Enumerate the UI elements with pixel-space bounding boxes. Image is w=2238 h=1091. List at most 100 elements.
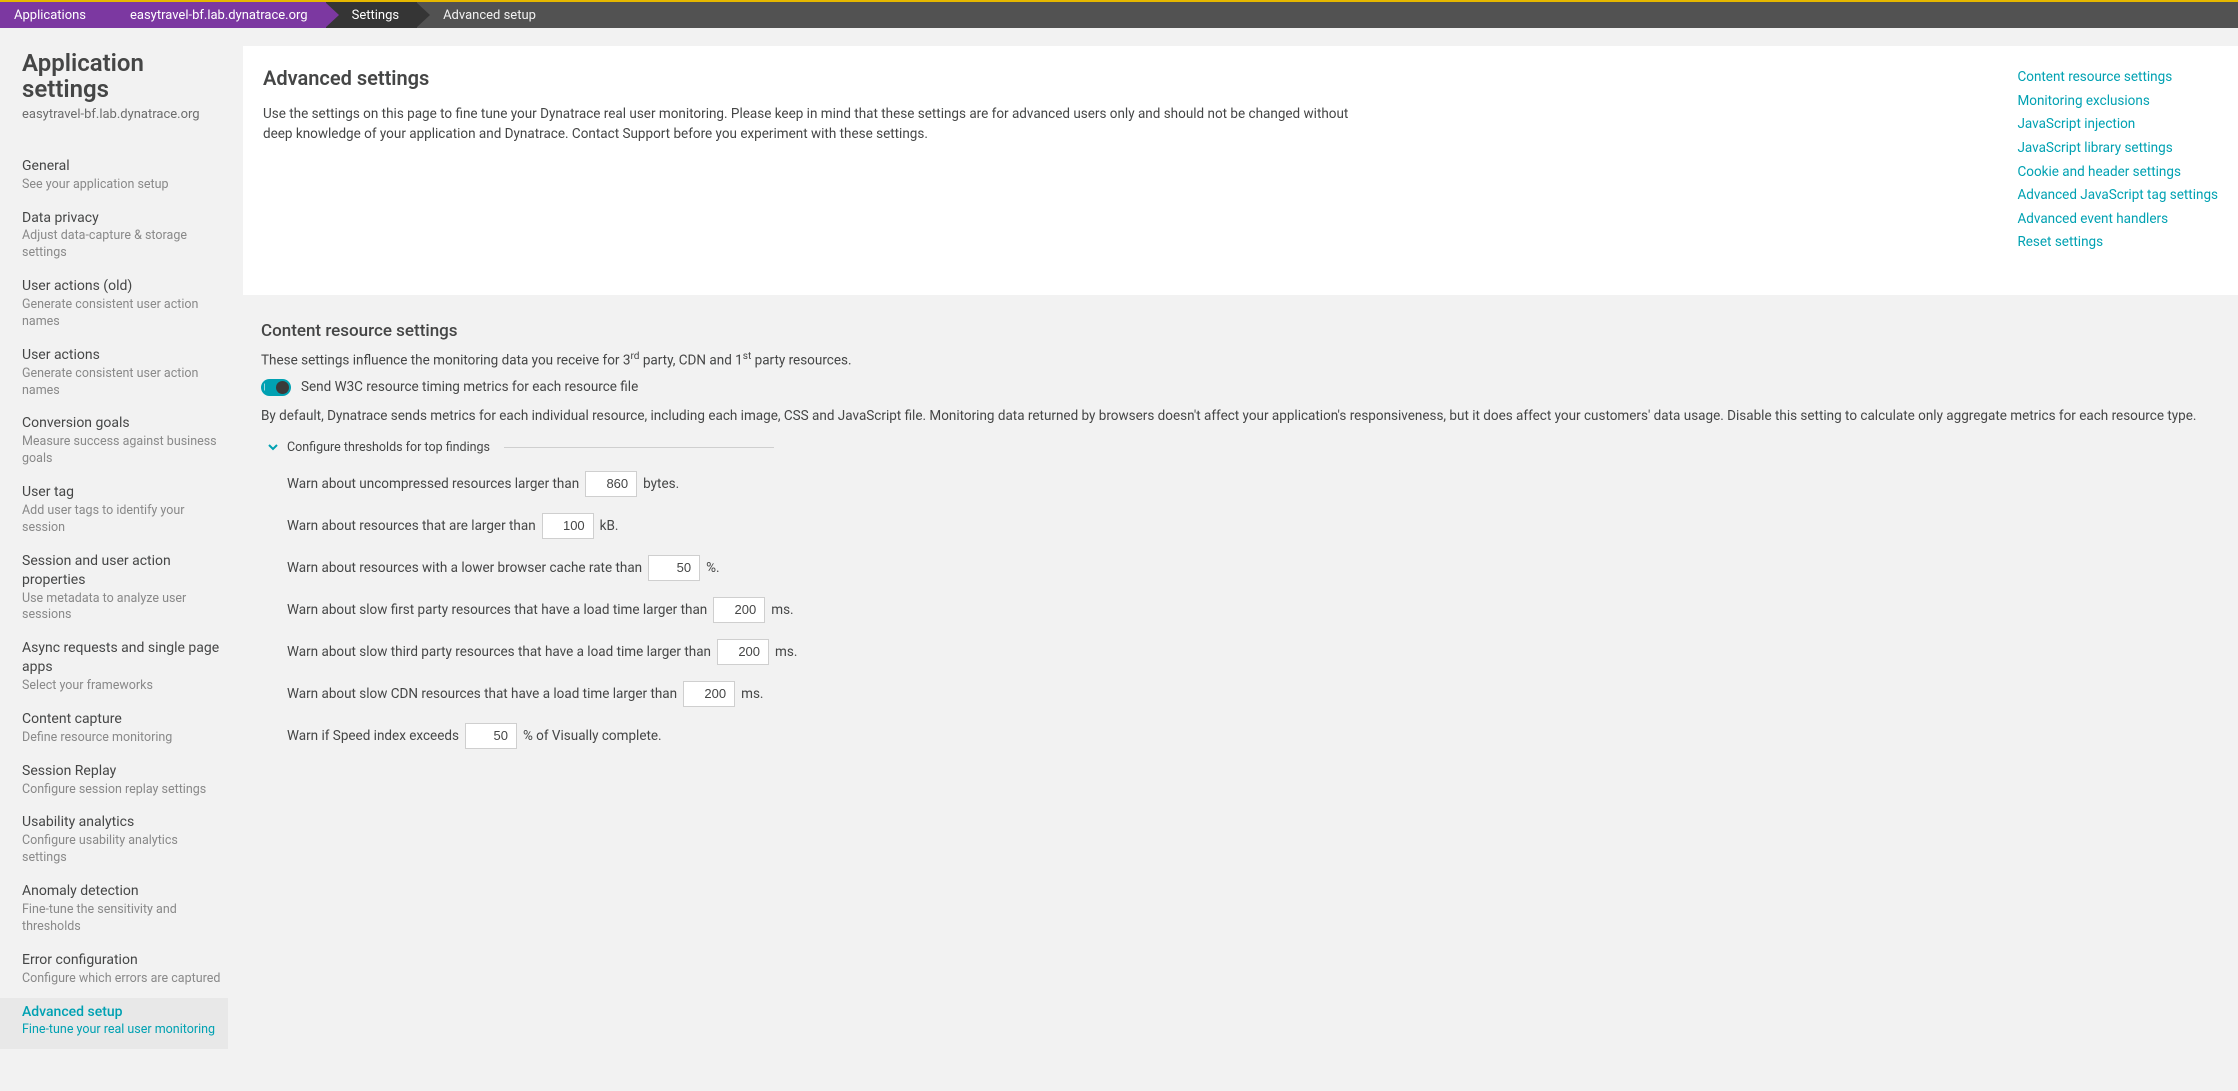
sidebar-item-title: Error configuration: [22, 951, 225, 970]
threshold-input[interactable]: [648, 555, 700, 581]
sidebar-item[interactable]: Data privacyAdjust data-capture & storag…: [22, 204, 225, 273]
threshold-row: Warn if Speed index exceeds% of Visually…: [287, 723, 2218, 749]
sidebar-item-title: Async requests and single page apps: [22, 639, 225, 677]
sidebar-item-title: Anomaly detection: [22, 882, 225, 901]
sidebar-item-desc: Generate consistent user action names: [22, 297, 225, 331]
anchor-link[interactable]: Content resource settings: [2017, 66, 2218, 90]
divider: [504, 447, 774, 448]
sidebar-item[interactable]: Content captureDefine resource monitorin…: [22, 705, 225, 757]
sidebar-item[interactable]: Session and user action propertiesUse me…: [22, 547, 225, 635]
crumb-app[interactable]: easytravel-bf.lab.dynatrace.org: [104, 2, 326, 28]
threshold-label: Warn about uncompressed resources larger…: [287, 476, 579, 492]
sidebar-item[interactable]: Async requests and single page appsSelec…: [22, 634, 225, 705]
anchor-link[interactable]: JavaScript injection: [2017, 113, 2218, 137]
sidebar-item-desc: Configure which errors are captured: [22, 971, 225, 988]
threshold-input[interactable]: [713, 597, 765, 623]
threshold-label: Warn about slow CDN resources that have …: [287, 686, 677, 702]
sidebar-item-title: User actions: [22, 346, 225, 365]
sidebar-item-desc: Configure session replay settings: [22, 782, 225, 799]
threshold-unit: kB.: [600, 518, 619, 534]
threshold-unit: %.: [706, 560, 719, 576]
anchor-link[interactable]: Advanced event handlers: [2017, 208, 2218, 232]
toggle-label: Send W3C resource timing metrics for eac…: [301, 379, 638, 395]
sidebar-item-title: Session Replay: [22, 762, 225, 781]
threshold-row: Warn about resources that are larger tha…: [287, 513, 2218, 539]
threshold-label: Warn about slow third party resources th…: [287, 644, 711, 660]
expand-thresholds-header[interactable]: Configure thresholds for top findings: [261, 440, 2218, 455]
threshold-unit: % of Visually complete.: [523, 728, 662, 744]
breadcrumb: Applications easytravel-bf.lab.dynatrace…: [0, 2, 2238, 28]
threshold-unit: ms.: [741, 686, 763, 702]
threshold-list: Warn about uncompressed resources larger…: [261, 471, 2218, 749]
threshold-input[interactable]: [717, 639, 769, 665]
threshold-label: Warn about resources that are larger tha…: [287, 518, 536, 534]
sidebar-item[interactable]: Anomaly detectionFine-tune the sensitivi…: [22, 877, 225, 946]
threshold-label: Warn about slow first party resources th…: [287, 602, 707, 618]
crumb-label: Applications: [14, 8, 86, 23]
sidebar-item-desc: Adjust data-capture & storage settings: [22, 228, 225, 262]
threshold-row: Warn about slow first party resources th…: [287, 597, 2218, 623]
anchor-link[interactable]: JavaScript library settings: [2017, 137, 2218, 161]
threshold-input[interactable]: [542, 513, 594, 539]
sidebar-item-title: Content capture: [22, 710, 225, 729]
chevron-down-icon: [267, 441, 279, 453]
crumb-settings[interactable]: Settings: [326, 2, 417, 28]
sidebar-item-desc: Select your frameworks: [22, 678, 225, 695]
anchor-link[interactable]: Reset settings: [2017, 231, 2218, 255]
sidebar-item[interactable]: Conversion goalsMeasure success against …: [22, 409, 225, 478]
sidebar-item-desc: Define resource monitoring: [22, 730, 225, 747]
page-title: Advanced settings: [263, 66, 1373, 90]
toggle-switch[interactable]: [261, 379, 291, 396]
crumb-applications[interactable]: Applications: [0, 2, 104, 28]
sidebar-item[interactable]: GeneralSee your application setup: [22, 152, 225, 204]
threshold-input[interactable]: [683, 681, 735, 707]
sidebar-item-title: User actions (old): [22, 277, 225, 296]
sidebar-item-title: User tag: [22, 483, 225, 502]
anchor-list: Content resource settingsMonitoring excl…: [2017, 66, 2218, 255]
panel-advanced-settings: Advanced settings Use the settings on th…: [243, 46, 2238, 295]
threshold-input[interactable]: [465, 723, 517, 749]
threshold-row: Warn about slow CDN resources that have …: [287, 681, 2218, 707]
threshold-label: Warn about resources with a lower browse…: [287, 560, 642, 576]
sidebar-item-title: Conversion goals: [22, 414, 225, 433]
sidebar-item-desc: Measure success against business goals: [22, 434, 225, 468]
sidebar-item[interactable]: Session ReplayConfigure session replay s…: [22, 757, 225, 809]
threshold-unit: ms.: [771, 602, 793, 618]
sidebar-item-desc: Generate consistent user action names: [22, 366, 225, 400]
section-heading: Content resource settings: [261, 321, 2218, 341]
sidebar-subtitle: easytravel-bf.lab.dynatrace.org: [22, 107, 225, 122]
threshold-row: Warn about resources with a lower browse…: [287, 555, 2218, 581]
sidebar-item[interactable]: Advanced setupFine-tune your real user m…: [0, 998, 228, 1050]
anchor-link[interactable]: Monitoring exclusions: [2017, 90, 2218, 114]
sidebar-item-title: Advanced setup: [22, 1003, 228, 1022]
sidebar-item[interactable]: User actionsGenerate consistent user act…: [22, 341, 225, 410]
threshold-input[interactable]: [585, 471, 637, 497]
sidebar-item-desc: Add user tags to identify your session: [22, 503, 225, 537]
crumb-label: easytravel-bf.lab.dynatrace.org: [130, 8, 308, 23]
anchor-link[interactable]: Cookie and header settings: [2017, 161, 2218, 185]
threshold-unit: ms.: [775, 644, 797, 660]
sidebar-item-desc: Use metadata to analyze user sessions: [22, 591, 225, 625]
section-content-resource: Content resource settings These settings…: [243, 295, 2238, 775]
sidebar-item-title: General: [22, 157, 225, 176]
section-subtext: These settings influence the monitoring …: [261, 351, 2218, 369]
sidebar-item-title: Data privacy: [22, 209, 225, 228]
sidebar-item-title: Session and user action properties: [22, 552, 225, 590]
page-description: Use the settings on this page to fine tu…: [263, 104, 1373, 145]
crumb-label: Advanced setup: [443, 8, 536, 23]
threshold-row: Warn about uncompressed resources larger…: [287, 471, 2218, 497]
sidebar: Application settings easytravel-bf.lab.d…: [0, 28, 225, 1069]
sidebar-item[interactable]: Usability analyticsConfigure usability a…: [22, 808, 225, 877]
threshold-unit: bytes.: [643, 476, 679, 492]
chevron-right-icon: [416, 2, 430, 28]
toggle-note: By default, Dynatrace sends metrics for …: [261, 406, 2218, 426]
sidebar-item[interactable]: User actions (old)Generate consistent us…: [22, 272, 225, 341]
threshold-row: Warn about slow third party resources th…: [287, 639, 2218, 665]
sidebar-item[interactable]: User tagAdd user tags to identify your s…: [22, 478, 225, 547]
sidebar-title: Application settings: [22, 50, 225, 103]
anchor-link[interactable]: Advanced JavaScript tag settings: [2017, 184, 2218, 208]
sidebar-item[interactable]: Error configurationConfigure which error…: [22, 946, 225, 998]
expand-label: Configure thresholds for top findings: [287, 440, 490, 455]
crumb-advanced: Advanced setup: [417, 2, 554, 28]
chevron-right-icon: [325, 2, 339, 28]
